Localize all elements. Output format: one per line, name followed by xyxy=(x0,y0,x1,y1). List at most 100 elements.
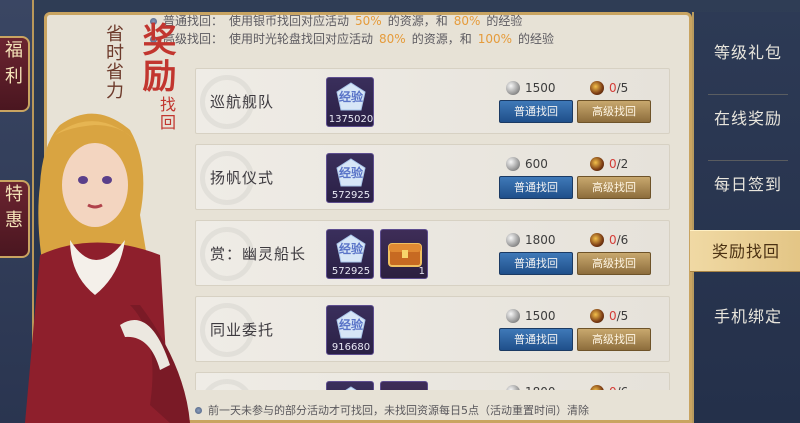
wheel-total: /6 xyxy=(617,385,629,390)
silver-cost-value: 1800 xyxy=(525,233,556,247)
notice-advanced: 高级找回： 使用时光轮盘找回对应活动 80% 的资源，和 100% 的经验 xyxy=(150,30,554,48)
list-item: 赏：幽灵船长 经验 572925 1 1800 0/6 普通找回 高级找回 xyxy=(195,220,670,286)
activity-name: 同业委托 xyxy=(210,321,275,339)
wheel-count: 0/6 xyxy=(590,233,628,247)
character-portrait xyxy=(25,113,190,423)
normal-retrieve-button[interactable]: 普通找回 xyxy=(499,328,573,351)
list-item: 扬帆仪式 经验 572925 600 0/2 普通找回 高级找回 xyxy=(195,144,670,210)
silver-coin-icon xyxy=(506,157,520,171)
time-wheel-icon xyxy=(590,385,604,390)
silver-cost: 1500 xyxy=(506,81,556,95)
title-slogan: 省时省力 xyxy=(103,24,124,100)
nav-item-online-reward[interactable]: 在线奖励 xyxy=(694,98,800,140)
reward-amount: 1375020 xyxy=(328,114,374,125)
normal-retrieve-button[interactable]: 普通找回 xyxy=(499,176,573,199)
right-nav: 等级礼包 在线奖励 每日签到 奖励找回 手机绑定 xyxy=(690,12,800,423)
list-item: 同业委托 经验 916680 1500 0/5 普通找回 高级找回 xyxy=(195,296,670,362)
gem-icon xyxy=(345,386,357,390)
page-title: 奖励 xyxy=(136,22,176,94)
notice-percent: 80% xyxy=(379,32,406,46)
wheel-count: 0/5 xyxy=(590,309,628,323)
wheel-used: 0 xyxy=(609,233,617,247)
notice-percent: 50% xyxy=(355,14,382,28)
wheel-count: 0/2 xyxy=(590,157,628,171)
wheel-total: /5 xyxy=(616,81,629,95)
wheel-used: 0 xyxy=(609,309,617,323)
notice-text: 的经验 xyxy=(486,14,523,28)
exp-reward-icon[interactable]: 经验 1375020 xyxy=(326,77,374,127)
silver-cost: 1500 xyxy=(506,309,556,323)
chest-amount: 1 xyxy=(418,266,425,277)
reward-label: 经验 xyxy=(338,318,363,332)
wheel-total: /6 xyxy=(616,233,629,247)
notice-normal: 普通找回： 使用银币找回对应活动 50% 的资源，和 80% 的经验 xyxy=(150,12,554,30)
treasure-chest-reward[interactable]: 1 xyxy=(380,229,428,279)
notice-block: 普通找回： 使用银币找回对应活动 50% 的资源，和 80% 的经验 高级找回： 使用时光轮… xyxy=(150,12,554,48)
wheel-used: 0 xyxy=(609,157,617,171)
advanced-retrieve-button[interactable]: 高级找回 xyxy=(577,100,651,123)
notice-text: 的经验 xyxy=(518,32,555,46)
reward-label: 经验 xyxy=(338,242,363,256)
activity-name: 巡航舰队 xyxy=(210,93,275,111)
reward-list[interactable]: 巡航舰队 经验 1375020 1500 0/5 普通找回 高级找回 扬帆仪式 … xyxy=(195,68,670,390)
normal-retrieve-button[interactable]: 普通找回 xyxy=(499,252,573,275)
list-item: 巡航舰队 经验 1375020 1500 0/5 普通找回 高级找回 xyxy=(195,68,670,134)
left-tab-welfare-label: 福 利 xyxy=(5,40,23,87)
advanced-retrieve-button[interactable]: 高级找回 xyxy=(577,252,651,275)
reward-label: 经验 xyxy=(338,166,363,180)
reward-amount: 572925 xyxy=(331,190,371,201)
notice-percent: 100% xyxy=(477,32,513,46)
time-wheel-icon xyxy=(590,309,604,323)
decorative-ring xyxy=(200,379,254,390)
advanced-retrieve-button[interactable]: 高级找回 xyxy=(577,328,651,351)
notice-text: 的资源，和 xyxy=(387,14,448,28)
treasure-chest-reward[interactable] xyxy=(380,381,428,390)
footer-note: 前一天未参与的部分活动才可找回，未找回资源每日5点（活动重置时间）清除 xyxy=(195,402,589,418)
activity-name: 扬帆仪式 xyxy=(210,169,275,187)
nav-item-phone-bind[interactable]: 手机绑定 xyxy=(694,296,800,338)
bullet-icon xyxy=(195,406,202,414)
wheel-count: 0/6 xyxy=(590,385,628,390)
list-item: 经验 1800 0/6 xyxy=(195,372,670,390)
silver-cost: 1800 xyxy=(506,233,556,247)
exp-reward-icon[interactable]: 经验 572925 xyxy=(326,229,374,279)
nav-item-reward-retrieve[interactable]: 奖励找回 xyxy=(690,230,800,272)
silver-coin-icon xyxy=(506,385,520,390)
time-wheel-icon xyxy=(590,157,604,171)
footer-text: 前一天未参与的部分活动才可找回，未找回资源每日5点（活动重置时间）清除 xyxy=(208,404,589,417)
silver-coin-icon xyxy=(506,233,520,247)
silver-cost: 600 xyxy=(506,157,548,171)
reward-label: 经验 xyxy=(338,90,363,104)
left-tab-welfare[interactable]: 福 利 xyxy=(0,36,30,112)
silver-cost-value: 1500 xyxy=(525,81,556,95)
exp-reward-icon[interactable]: 经验 xyxy=(326,381,374,390)
time-wheel-icon xyxy=(590,233,604,247)
notice-text: 使用时光轮盘找回对应活动 xyxy=(229,32,374,46)
advanced-retrieve-button[interactable]: 高级找回 xyxy=(577,176,651,199)
nav-divider xyxy=(708,94,788,95)
notice-text: 的资源，和 xyxy=(411,32,472,46)
wheel-total: /2 xyxy=(616,157,629,171)
treasure-chest-icon xyxy=(381,382,428,390)
silver-cost: 1800 xyxy=(506,385,556,390)
exp-reward-icon[interactable]: 经验 572925 xyxy=(326,153,374,203)
reward-amount: 572925 xyxy=(331,266,371,277)
activity-name: 赏：幽灵船长 xyxy=(210,245,307,263)
reward-amount: 916680 xyxy=(331,342,371,353)
wheel-total: /5 xyxy=(616,309,629,323)
time-wheel-icon xyxy=(590,81,604,95)
nav-item-level-gift[interactable]: 等级礼包 xyxy=(694,32,800,74)
normal-retrieve-button[interactable]: 普通找回 xyxy=(499,100,573,123)
notice-text: 使用银币找回对应活动 xyxy=(229,14,350,28)
wheel-count: 0/5 xyxy=(590,81,628,95)
silver-cost-value: 600 xyxy=(525,157,548,171)
wheel-used: 0 xyxy=(609,385,617,390)
silver-cost-value: 1500 xyxy=(525,309,556,323)
nav-item-daily-signin[interactable]: 每日签到 xyxy=(694,164,800,206)
nav-divider xyxy=(708,160,788,161)
silver-cost-value: 1800 xyxy=(525,385,556,390)
wheel-used: 0 xyxy=(609,81,617,95)
notice-percent: 80% xyxy=(453,14,481,28)
silver-coin-icon xyxy=(506,81,520,95)
exp-reward-icon[interactable]: 经验 916680 xyxy=(326,305,374,355)
